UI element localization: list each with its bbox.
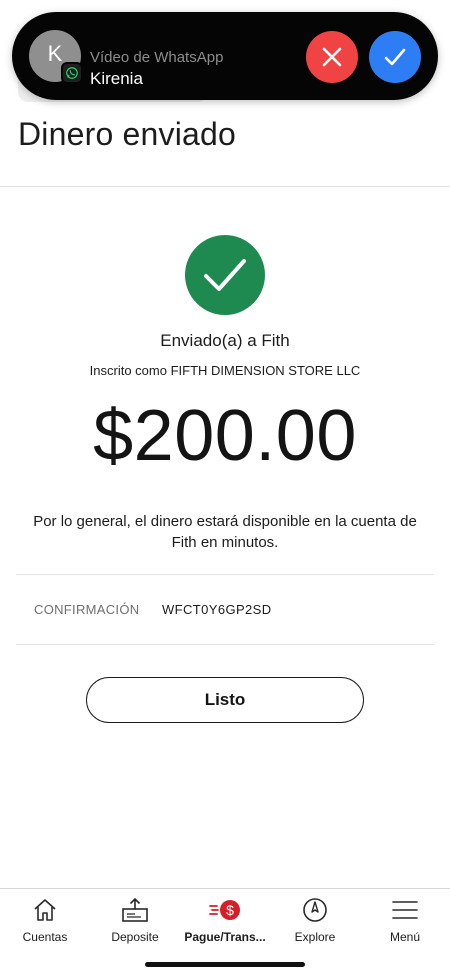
nav-label: Menú xyxy=(389,930,421,944)
confirmation-label: CONFIRMACIÓN xyxy=(34,602,140,617)
done-button[interactable]: Listo xyxy=(86,677,364,723)
avatar-initial: K xyxy=(47,41,63,66)
availability-note: Por lo general, el dinero estará disponi… xyxy=(33,513,417,551)
close-icon xyxy=(322,47,342,67)
deposit-icon xyxy=(118,895,152,925)
call-type-label: Vídeo de WhatsApp xyxy=(90,49,224,66)
nav-label: Cuentas xyxy=(22,930,68,944)
recipient-enrolled-name: Inscrito como FIFTH DIMENSION STORE LLC xyxy=(89,363,361,378)
house-icon xyxy=(28,895,62,925)
send-money-icon: $ xyxy=(208,895,242,925)
nav-item-explore[interactable]: Explore xyxy=(270,889,360,949)
check-icon xyxy=(384,48,406,66)
divider xyxy=(16,574,434,575)
accept-call-button[interactable] xyxy=(369,31,421,83)
confirmation-number: WFCT0Y6GP2SD xyxy=(162,602,272,617)
caller-name: Kirenia xyxy=(90,69,143,88)
compass-icon xyxy=(298,895,332,925)
nav-label: Explore xyxy=(294,930,336,944)
divider xyxy=(16,644,434,645)
page-title: Dinero enviado xyxy=(18,116,237,152)
check-circle-icon xyxy=(185,235,265,315)
nav-label: Deposite xyxy=(111,930,159,944)
nav-label: Pague/Trans... xyxy=(184,930,266,944)
nav-item-menu[interactable]: Menú xyxy=(360,889,450,949)
amount-sent: $200.00 xyxy=(93,396,357,476)
screen: K Vídeo de WhatsApp Kirenia Dinero envia… xyxy=(0,0,450,976)
nav-item-cuentas[interactable]: Cuentas xyxy=(0,889,90,949)
decline-call-button[interactable] xyxy=(306,31,358,83)
whatsapp-call-banner[interactable]: K Vídeo de WhatsApp Kirenia xyxy=(12,12,438,100)
svg-text:$: $ xyxy=(226,902,234,918)
nav-item-pague-transfiera[interactable]: $ Pague/Trans... xyxy=(180,889,270,949)
nav-item-deposite[interactable]: Deposite xyxy=(90,889,180,949)
header-divider xyxy=(0,186,450,187)
recipient-heading: Enviado(a) a Fith xyxy=(160,331,290,350)
home-indicator[interactable] xyxy=(145,962,305,967)
whatsapp-icon xyxy=(61,62,83,84)
hamburger-icon xyxy=(388,895,422,925)
